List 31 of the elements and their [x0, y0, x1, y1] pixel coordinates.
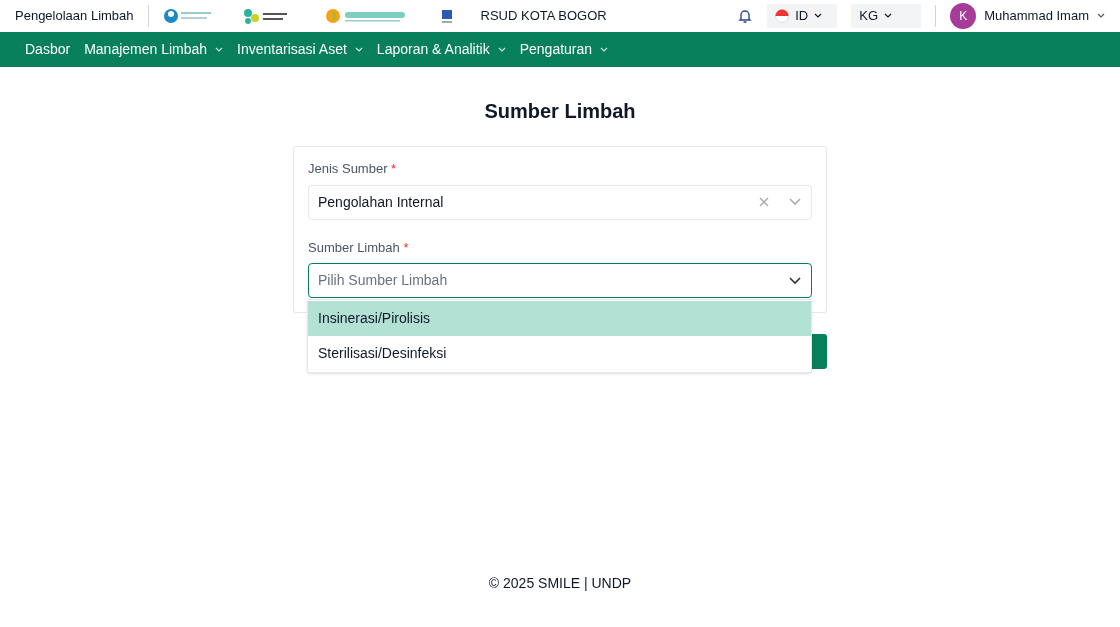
caret-icon	[354, 46, 363, 53]
app-name: Pengelolaan Limbah	[15, 7, 134, 26]
user-name[interactable]: Muhammad Imam	[984, 6, 1089, 26]
caret-icon	[814, 13, 823, 19]
chevron-down-icon	[789, 198, 801, 206]
dropdown-option[interactable]: Insinerasi/Pirolisis	[308, 301, 811, 336]
nav-item[interactable]: Inventarisasi Aset	[237, 39, 363, 60]
notification-icon[interactable]	[737, 8, 754, 24]
caret-icon	[600, 46, 609, 53]
field-label: Sumber Limbah *	[308, 238, 410, 257]
caret-icon	[884, 13, 893, 19]
chevron-down-icon	[789, 276, 801, 285]
select-field[interactable]: Pilih Sumber Limbah	[308, 263, 812, 298]
caret-icon[interactable]	[1097, 13, 1105, 19]
nav-item[interactable]: Pengaturan	[519, 39, 609, 60]
unit-selector[interactable]: KG	[851, 4, 922, 28]
user-avatar[interactable]: K	[950, 3, 977, 29]
select-field[interactable]: Pengolahan Internal	[308, 184, 812, 220]
nav-item[interactable]: Laporan & Analitik	[376, 39, 506, 60]
logo-icon	[440, 8, 453, 24]
nav-item[interactable]: Manajemen Limbah	[84, 39, 224, 60]
nav-item[interactable]: Dasbor	[25, 39, 71, 60]
dropdown-option[interactable]: Sterilisasi/Desinfeksi	[308, 336, 811, 371]
caret-icon	[215, 46, 224, 53]
field-label: Jenis Sumber *	[308, 160, 398, 178]
flag-icon	[775, 9, 790, 23]
language-selector[interactable]: ID	[767, 4, 838, 28]
page-title: Sumber Limbah	[484, 99, 636, 124]
hospital-name: RSUD KOTA BOGOR	[480, 7, 607, 26]
footer-text: © 2025 SMILE | UNDP	[488, 574, 632, 593]
caret-icon	[497, 46, 506, 53]
